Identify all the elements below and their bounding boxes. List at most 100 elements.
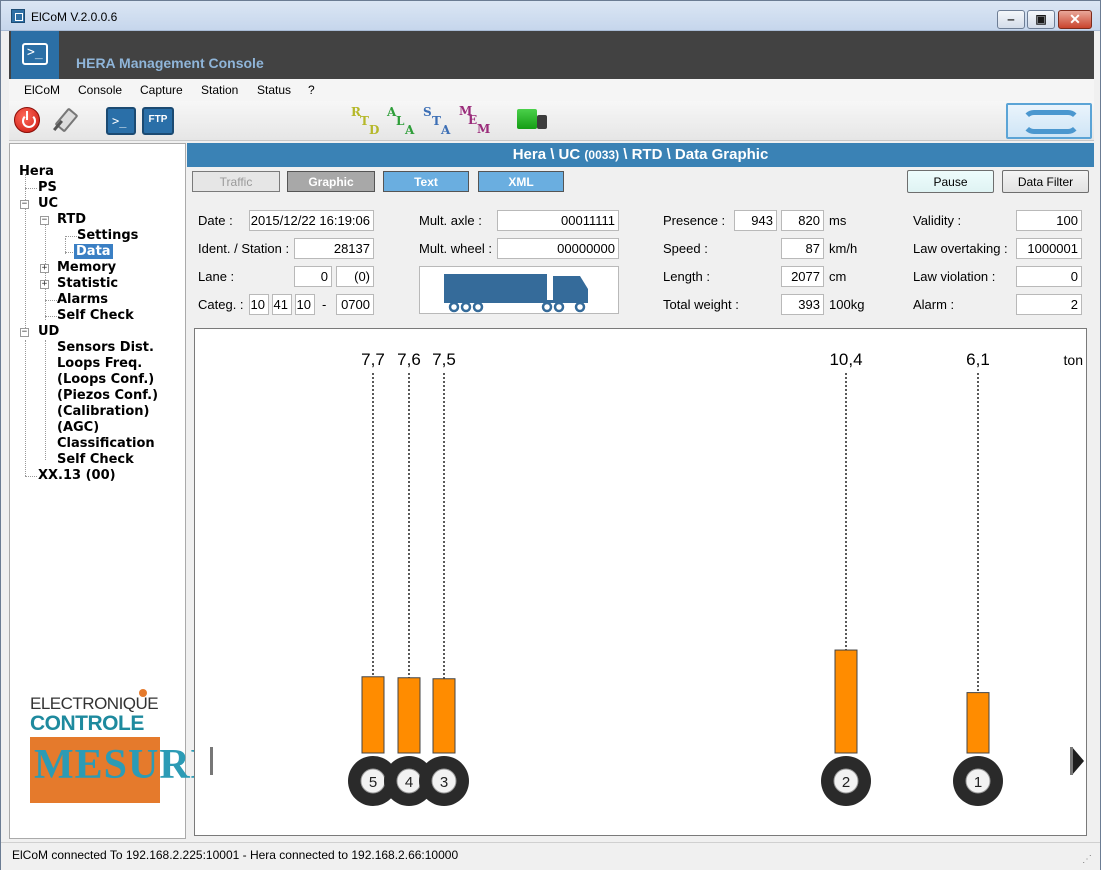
speed-unit: km/h [829,241,858,256]
panel-title: Hera \ UC (0033) \ RTD \ Data Graphic [187,143,1094,167]
tree-node-hera[interactable]: Hera [19,164,54,179]
tree-node-statistic[interactable]: Statistic [57,276,118,291]
tab-text[interactable]: Text [383,171,469,192]
minimize-button[interactable]: ‒ [997,10,1025,29]
expand-statistic-icon[interactable]: + [40,280,49,289]
maximize-icon: ▣ [1035,12,1047,26]
expand-memory-icon[interactable]: + [40,264,49,273]
length-unit: cm [829,269,847,284]
axle-bar-5 [361,676,385,754]
toolbar: >_ FTP R T D A L A S T A M E M [9,101,1094,141]
maximize-button[interactable]: ▣ [1027,10,1055,29]
ftp-label: FTP [148,114,168,125]
chart-unit-label: ton [1064,352,1083,368]
axle-number-4: 4 [405,774,413,791]
axle-bar-3 [432,678,456,754]
tree-node-ps[interactable]: PS [38,180,57,195]
sta-letter-1: S [423,105,432,119]
ala-letter-3: A [405,123,415,137]
date-label: Date : [198,213,233,228]
tab-traffic[interactable]: Traffic [192,171,280,192]
refresh-button[interactable] [1006,103,1092,139]
status-text: ElCoM connected To 192.168.2.225:10001 -… [12,848,459,862]
length-field: 2077 [781,266,824,287]
speed-label: Speed : [663,241,708,256]
app-name: HERA Management Console [76,55,264,71]
mem-letter-2: E [468,113,478,127]
menu-status[interactable]: Status [257,83,291,97]
menu-help[interactable]: ? [308,83,315,97]
tree-node-memory[interactable]: Memory [57,260,116,275]
total-weight-field: 393 [781,294,824,315]
tree-node-agc[interactable]: (AGC) [57,420,99,435]
tree-node-ud[interactable]: UD [38,324,59,339]
power-icon[interactable] [14,107,40,133]
resize-grip-icon[interactable]: ⋰ [1082,854,1092,865]
tree-node-uc[interactable]: UC [38,196,58,211]
refresh-icon [1022,110,1080,134]
tree-node-loops-freq[interactable]: Loops Freq. [57,356,142,371]
tree-node-xx13[interactable]: XX.13 (00) [38,468,116,483]
vehicle-info: Date : 2015/12/22 16:19:06 Ident. / Stat… [191,199,1086,323]
tab-graphic[interactable]: Graphic [287,171,375,192]
law-overtaking-field: 1000001 [1016,238,1082,259]
categ-field-1: 10 [249,294,269,315]
tree-node-sensors-dist[interactable]: Sensors Dist. [57,340,154,355]
validity-label: Validity : [913,213,962,228]
mem-letter-3: M [477,122,491,136]
collapse-uc-icon[interactable]: − [20,200,29,209]
axle-bar-4 [397,677,421,754]
tree-node-alarms[interactable]: Alarms [57,292,108,307]
tree-node-ud-self-check[interactable]: Self Check [57,452,134,467]
tree-node-rtd[interactable]: RTD [57,212,86,227]
tree-node-loops-conf[interactable]: (Loops Conf.) [57,372,154,387]
alarm-label: Alarm : [913,297,955,312]
ident-field: 28137 [294,238,374,259]
company-logo: ELECTRONIQUE CONTROLE MESURE [22,689,219,821]
axle-load-label-1: 6,1 [966,350,990,369]
mult-axle-field: 00011111 [497,210,619,231]
lane-label: Lane : [198,269,235,284]
categ-dash: - [322,297,327,312]
scroll-right-arrow-icon[interactable] [1072,747,1084,775]
tree-node-data[interactable]: Data [74,244,113,259]
plug-icon[interactable] [47,107,79,135]
axle-load-label-2: 10,4 [829,350,862,369]
navigation-tree: Hera PS − UC − RTD Settings Data + Memor… [9,143,219,839]
tree-node-piezos-conf[interactable]: (Piezos Conf.) [57,388,158,403]
collapse-ud-icon[interactable]: − [20,328,29,337]
menu-console[interactable]: Console [78,83,122,97]
tree-node-classification[interactable]: Classification [57,436,155,451]
menu-capture[interactable]: Capture [140,83,183,97]
app-icon [11,9,25,23]
menu-station[interactable]: Station [201,83,238,97]
collapse-rtd-icon[interactable]: − [40,216,49,225]
scroll-left-marker[interactable] [210,747,213,775]
tree-node-calibration[interactable]: (Calibration) [57,404,149,419]
truck-icon[interactable] [517,107,549,137]
categ-field-2: 41 [272,294,292,315]
presence-field-2: 820 [781,210,824,231]
ftp-icon[interactable]: FTP [142,107,174,135]
tree-node-uc-self-check[interactable]: Self Check [57,308,134,323]
title-bar[interactable]: ElCoM V.2.0.0.6 ‒ ▣ ✕ [1,1,1100,31]
categ-code-field: 0700 [336,294,374,315]
tree-node-settings[interactable]: Settings [77,228,138,243]
sta-letter-3: A [441,123,451,137]
axle-load-label-5: 7,7 [361,350,385,369]
data-filter-button[interactable]: Data Filter [1002,170,1089,193]
mult-wheel-field: 00000000 [497,238,619,259]
date-field: 2015/12/22 16:19:06 [249,210,374,231]
lane-field: 0 [294,266,332,287]
menu-elcom[interactable]: ElCoM [24,83,60,97]
terminal-icon[interactable]: >_ [106,107,136,135]
presence-unit: ms [829,213,847,228]
console-icon [11,31,59,79]
pause-button[interactable]: Pause [907,170,994,193]
close-button[interactable]: ✕ [1058,10,1092,29]
view-tabs: Traffic Graphic Text XML Pause Data Filt… [187,167,1094,197]
categ-label: Categ. : [198,297,244,312]
validity-field: 100 [1016,210,1082,231]
logo-line-2: CONTROLE [30,712,144,735]
tab-xml[interactable]: XML [478,171,564,192]
